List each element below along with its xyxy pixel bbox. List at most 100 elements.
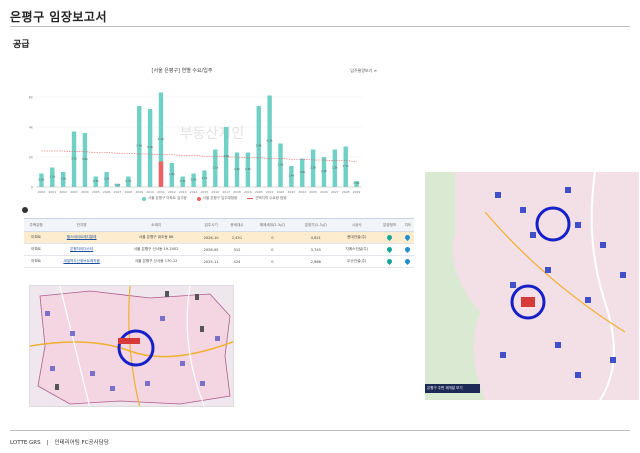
cell-builder: 현대건설(주)	[336, 231, 378, 244]
cell-cancel: 0	[249, 231, 296, 244]
col-header[interactable]: 단지명	[48, 218, 115, 232]
bar-data-label: 0.7k	[125, 179, 131, 183]
y-tick-label: 4k	[29, 126, 34, 130]
supply-chart: [서울 은평구] 연별 수요/입주 입주물량보기 ≡ 0 2k 4k 6k 부동산지인 0…	[22, 62, 382, 202]
x-tick-label: 2017	[222, 190, 230, 194]
info-icon[interactable]	[22, 207, 28, 213]
col-header[interactable]: 분양정보	[377, 218, 402, 232]
bar-data-label: 2.9k	[277, 162, 283, 166]
bar-data-label: 0.9k	[38, 177, 44, 181]
bar-data-label: 1.6k	[169, 172, 175, 176]
district-map-canvas	[30, 286, 233, 406]
district-map[interactable]	[29, 285, 234, 407]
x-tick-label: 2002	[59, 190, 67, 194]
bar-data-label: 4.0k	[223, 154, 229, 158]
bar-data-label: 3.7k	[71, 156, 77, 160]
legend-item[interactable]: 서울 은평구 입주예정량	[196, 196, 237, 201]
bar-data-label: 2.5k	[212, 165, 218, 169]
surroundings-map[interactable]: 은평구 주변 재개발 보기	[425, 172, 639, 400]
chart-legend: 서울 은평구 아파트 입주량 서울 은평구 입주예정량 선택지역 수요량 범위	[142, 196, 286, 201]
cell-price: 4,621	[295, 231, 336, 244]
cell-cancel: 0	[249, 255, 296, 268]
bar-data-label: 5.4k	[256, 144, 262, 148]
sale-info-pin-icon[interactable]	[377, 243, 402, 256]
x-tick-label: 2004	[81, 190, 89, 194]
complex-name-link[interactable]: 새절역두산위브트레지움	[48, 255, 115, 268]
y-tick-label: 6k	[29, 96, 34, 100]
col-header[interactable]: 주택유형	[24, 218, 49, 232]
y-tick-label: 0	[31, 186, 33, 190]
table-row[interactable]: 아파트 새절역두산위브트레지움 서울 은평구 신사동 170-12 2025-1…	[24, 255, 414, 268]
x-tick-label: 2019	[244, 190, 252, 194]
x-tick-label: 2000	[38, 190, 46, 194]
cell-date: 2025-11	[197, 255, 225, 268]
bar-data-label: 5.4k	[136, 144, 142, 148]
bar-data-label: 0.7k	[93, 179, 99, 183]
bar-data-label: 3.6k	[82, 157, 88, 161]
x-tick-label: 2009	[135, 190, 143, 194]
col-header[interactable]: 분양가(2.3㎡)	[295, 218, 336, 232]
map-overlay-label[interactable]: 은평구 주변 재개발 보기	[427, 386, 463, 391]
complex-name-link[interactable]: 힐스테이트메디알레	[48, 231, 115, 244]
x-tick-label: 2011	[157, 190, 165, 194]
map-pin-icon[interactable]	[401, 243, 414, 256]
cell-cancel: 0	[249, 243, 296, 256]
bar-data-label: 2.5k	[310, 165, 316, 169]
bar-data-label: 1.1k	[201, 176, 207, 180]
cell-builder: 두산건설(주)	[336, 255, 378, 268]
cell-type: 아파트	[24, 231, 49, 244]
legend-item[interactable]: 서울 은평구 아파트 입주량	[142, 196, 187, 201]
sale-info-pin-icon[interactable]	[377, 255, 402, 268]
cell-address: 서울 은평구 대조동 88	[114, 231, 198, 244]
col-header[interactable]: 총세대수	[224, 218, 250, 232]
map-pin-icon[interactable]	[401, 255, 414, 268]
cell-address: 서울 은평구 신사동 19-2002	[114, 243, 198, 256]
cell-builder: 지에스건설(주)	[336, 243, 378, 256]
x-tick-label: 2028	[342, 190, 350, 194]
bar-data-label: 0.2k	[114, 183, 120, 187]
col-header[interactable]: 소재지	[114, 218, 198, 232]
sale-info-pin-icon[interactable]	[377, 231, 402, 244]
cell-units: 424	[224, 255, 250, 268]
bar-planned	[158, 161, 164, 187]
x-tick-label: 2021	[266, 190, 274, 194]
col-header[interactable]: 해제세대(2.3㎡)	[249, 218, 296, 232]
x-tick-label: 2018	[233, 190, 241, 194]
footer-separator: |	[46, 440, 49, 446]
bar-data-label: 1.0k	[60, 177, 66, 181]
footer-dept: 인테리어팀 FC공사담당	[54, 440, 109, 446]
cell-date: 2026-10	[197, 231, 225, 244]
complex-name-link[interactable]: 은평자이더스타	[48, 243, 115, 256]
x-tick-label: 2014	[190, 190, 198, 194]
table-row[interactable]: 아파트 힐스테이트메디알레 서울 은평구 대조동 88 2026-10 2,45…	[24, 231, 414, 244]
col-header[interactable]: 입주시기	[197, 218, 225, 232]
cell-units: 2,451	[224, 231, 250, 244]
col-header[interactable]: 지도	[401, 218, 414, 232]
footer-company: LOTTE GRS	[10, 440, 41, 446]
col-header[interactable]: 시공사	[336, 218, 378, 232]
x-tick-label: 2005	[92, 190, 100, 194]
x-tick-label: 2015	[201, 190, 209, 194]
y-tick-label: 2k	[29, 156, 34, 160]
cell-type: 아파트	[24, 255, 49, 268]
x-tick-label: 2016	[211, 190, 219, 194]
x-tick-label: 2026	[320, 190, 328, 194]
title-divider	[10, 26, 630, 27]
chart-canvas: 0 2k 4k 6k 부동산지인 0.9k 2000 1.3k 2001 1.0k 2002 3.7k…	[29, 92, 362, 194]
legend-item[interactable]: 선택지역 수요량 범위	[247, 196, 286, 201]
bar-data-label: 1.4k	[288, 174, 294, 178]
x-tick-label: 2008	[125, 190, 133, 194]
cell-price: 2,866	[295, 255, 336, 268]
bar-data-label: 6.1k	[267, 138, 273, 142]
footer: LOTTE GRS | 인테리어팀 FC공사담당	[10, 438, 109, 446]
bar-data-label: 6.3k	[158, 137, 164, 141]
map-pin-icon[interactable]	[401, 231, 414, 244]
bar-data-label: 5.2k	[147, 145, 153, 149]
bar-data-label: 0.9k	[191, 177, 197, 181]
table-row[interactable]: 아파트 은평자이더스타 서울 은평구 신사동 19-2002 2028-05 3…	[24, 243, 414, 256]
cell-address: 서울 은평구 신사동 170-12	[114, 255, 198, 268]
bar-data-label: 0.4k	[354, 181, 360, 185]
demand-line	[41, 150, 357, 162]
x-tick-label: 2023	[288, 190, 296, 194]
x-tick-label: 2007	[114, 190, 122, 194]
